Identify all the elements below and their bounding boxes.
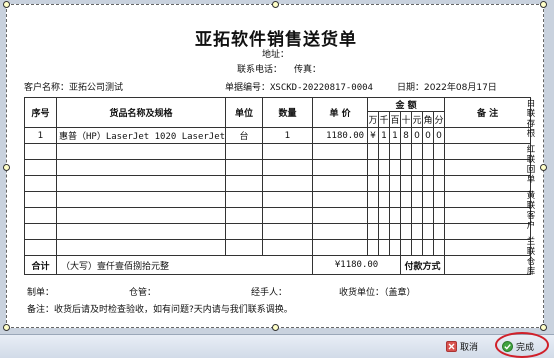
digit-header: 十 <box>400 111 413 128</box>
table-row <box>24 223 532 240</box>
resize-handle[interactable] <box>272 1 279 8</box>
highlight-ring <box>495 332 549 358</box>
total-amount: ¥1180.00 <box>312 255 402 275</box>
payment-method-value <box>444 255 532 275</box>
header-name: 货品名称及规格 <box>55 97 227 128</box>
payment-method-label: 付款方式 <box>400 255 446 275</box>
row-name: 惠普（HP）LaserJet 1020 LaserJet <box>55 127 227 144</box>
digit-header: 百 <box>389 111 402 128</box>
total-words: （大写）壹仟壹佰捌拾元整 <box>55 255 314 275</box>
digit-header: 万 <box>367 111 380 128</box>
row-digit: 1 <box>389 127 402 144</box>
handler-label: 经手人： <box>251 288 288 298</box>
cancel-button[interactable]: 取消 <box>446 338 478 354</box>
row-price: 1180.00 <box>312 127 369 144</box>
table-row <box>24 239 532 256</box>
table-row <box>24 175 532 192</box>
header-seq: 序号 <box>24 97 57 128</box>
row-digit: 0 <box>411 127 424 144</box>
cancel-label: 取消 <box>460 342 479 353</box>
copy-label-blue: 兰联仓库 <box>526 237 536 277</box>
header-remark: 备 注 <box>444 97 532 128</box>
copy-label-white: 白联存根 <box>526 99 536 139</box>
row-digit: 0 <box>422 127 435 144</box>
address-label: 地址： <box>262 50 290 60</box>
resize-handle[interactable] <box>540 1 547 8</box>
digit-header: 角 <box>422 111 435 128</box>
warehouse-label: 仓管： <box>129 288 157 298</box>
customer-name: 客户名称：亚拓公司测试 <box>24 83 124 93</box>
table-row: 1 惠普（HP）LaserJet 1020 LaserJet 台 1 1180.… <box>24 127 532 144</box>
goods-table: 序号 货品名称及规格 单位 数量 单 价 金 额 备 注 万 千 百 十 元 角… <box>24 97 532 275</box>
header-amount: 金 额 <box>367 97 446 112</box>
print-page[interactable]: 亚拓软件销售送货单 地址： 联系电话： 传真： 客户名称：亚拓公司测试 单据编号… <box>6 4 544 328</box>
row-remark <box>444 127 532 144</box>
header-unit: 单位 <box>225 97 264 128</box>
doc-date: 日期：2022年08月17日 <box>397 83 497 93</box>
copy-label-yellow: 黄联客户 <box>526 191 536 231</box>
row-digit: ¥ <box>367 127 380 144</box>
row-unit: 台 <box>225 127 264 144</box>
digit-header: 元 <box>411 111 424 128</box>
copy-label-red: 红联回单 <box>526 145 536 185</box>
resize-handle[interactable] <box>540 324 547 331</box>
action-bar: 取消 完成 <box>0 334 554 358</box>
footer-note: 备注：收货后请及时检查验收，如有问题?天内请与我们联系调换。 <box>27 305 293 315</box>
digit-header: 千 <box>378 111 391 128</box>
receiver-label: 收货单位：（盖章） <box>339 288 416 298</box>
fax-label: 传真： <box>294 65 322 75</box>
row-seq: 1 <box>24 127 57 144</box>
row-digit: 1 <box>378 127 391 144</box>
resize-handle[interactable] <box>540 164 547 171</box>
doc-number: 单据编号：XSCKD-20220817-0004 <box>225 83 373 93</box>
design-canvas: 亚拓软件销售送货单 地址： 联系电话： 传真： 客户名称：亚拓公司测试 单据编号… <box>0 0 554 334</box>
row-digit: 0 <box>433 127 446 144</box>
resize-handle[interactable] <box>3 1 10 8</box>
table-row <box>24 159 532 176</box>
cancel-icon <box>446 340 457 352</box>
table-row <box>24 207 532 224</box>
maker-label: 制单： <box>27 288 55 298</box>
row-digit: 8 <box>400 127 413 144</box>
total-label: 合计 <box>24 255 57 275</box>
resize-handle[interactable] <box>3 324 10 331</box>
header-qty: 数量 <box>262 97 314 128</box>
table-row <box>24 191 532 208</box>
total-row: 合计 （大写）壹仟壹佰捌拾元整 ¥1180.00 付款方式 <box>24 255 532 275</box>
resize-handle[interactable] <box>272 324 279 331</box>
header-price: 单 价 <box>312 97 369 128</box>
phone-label: 联系电话： <box>237 65 283 75</box>
resize-handle[interactable] <box>3 164 10 171</box>
row-qty: 1 <box>262 127 314 144</box>
table-row <box>24 143 532 160</box>
digit-header: 分 <box>433 111 446 128</box>
